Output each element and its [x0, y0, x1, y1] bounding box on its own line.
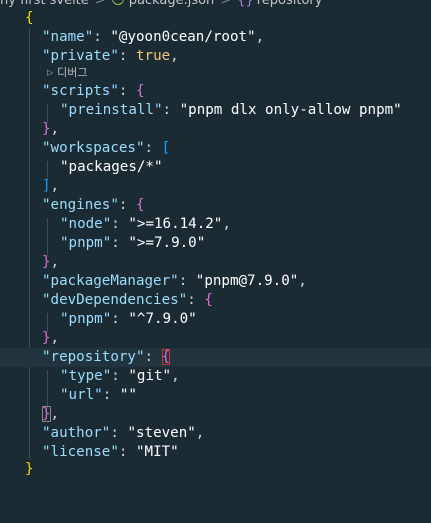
root-close-brace: } [25, 461, 34, 477]
json-key: license [50, 444, 111, 460]
code-line: ], [42, 178, 60, 194]
json-string-value: pnpm@7.9.0 [204, 273, 290, 289]
code-line: } [0, 460, 431, 479]
code-line: "preinstall": "pnpm dlx only-allow pnpm" [60, 102, 402, 118]
json-string-value: pnpm dlx only-allow pnpm [188, 102, 394, 118]
json-string-value: ^7.9.0 [136, 311, 189, 327]
json-key: url [68, 387, 95, 403]
json-key: repository [50, 349, 136, 365]
json-key: node [68, 216, 103, 232]
json-key: workspaces [50, 140, 136, 156]
code-editor[interactable]: { "name": "@yoon0cean/root", "private": … [0, 0, 431, 523]
play-icon: ▷ [47, 68, 54, 77]
code-line: "devDependencies": { [42, 292, 213, 308]
code-line: }, [42, 254, 60, 270]
code-line: "packages/*" [60, 159, 163, 175]
matching-brace-close: } [42, 406, 51, 422]
code-line: "pnpm": "^7.9.0" [60, 311, 197, 327]
json-key: preinstall [68, 102, 154, 118]
code-line: }, [42, 121, 60, 137]
code-line: }, [42, 330, 60, 346]
root-open-brace: { [25, 10, 34, 26]
json-key: devDependencies [50, 292, 179, 308]
debug-codelens-label: 디버그 [57, 66, 88, 79]
code-line: "engines": { [42, 197, 145, 213]
json-key: pnpm [68, 311, 103, 327]
code-line: "author": "steven", [42, 425, 205, 441]
json-key: name [50, 29, 85, 45]
matching-brace-open: { [161, 349, 171, 365]
code-line: "node": ">=16.14.2", [60, 216, 231, 232]
json-key: packageManager [50, 273, 171, 289]
json-key: author [50, 425, 102, 441]
code-line: "name": "@yoon0cean/root", [42, 29, 265, 45]
json-string-value: steven [135, 425, 188, 441]
code-line: "workspaces": [ [42, 140, 171, 156]
debug-codelens[interactable]: ▷ 디버그 [47, 66, 88, 80]
code-line: { [0, 9, 431, 28]
json-key: pnpm [68, 235, 103, 251]
json-boolean-value: true [135, 48, 171, 64]
json-string-value: MIT [144, 444, 171, 460]
json-key: scripts [50, 83, 111, 99]
code-line: "type": "git", [60, 368, 180, 384]
code-line: "scripts": { [42, 83, 145, 99]
json-string-value: git [136, 368, 163, 384]
code-line: "private": true, [42, 48, 179, 64]
code-line: "pnpm": ">=7.9.0" [60, 235, 206, 251]
json-string-value: >=7.9.0 [136, 235, 197, 251]
code-line-current: "repository": { [0, 348, 431, 367]
json-string-value: >=16.14.2 [136, 216, 214, 232]
json-string-value: packages/* [68, 159, 154, 175]
code-line: }, [42, 406, 60, 422]
code-line: "url": "" [60, 387, 137, 403]
json-string-value: @yoon0cean/root [118, 29, 248, 45]
json-key: engines [50, 197, 111, 213]
code-line: "packageManager": "pnpm@7.9.0", [42, 273, 307, 289]
json-key: private [50, 48, 111, 64]
json-key: type [68, 368, 103, 384]
